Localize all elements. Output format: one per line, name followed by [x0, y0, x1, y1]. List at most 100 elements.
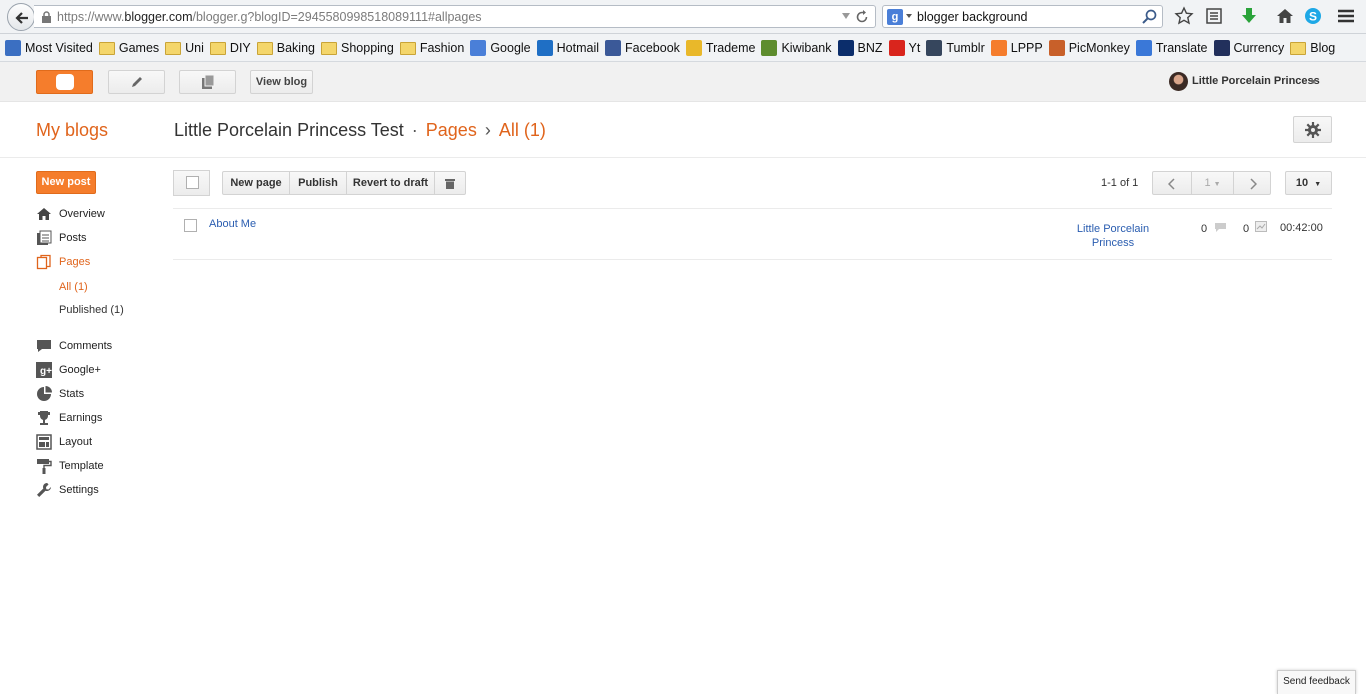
breadcrumb: Little Porcelain Princess Test · Pages › All…	[174, 120, 546, 141]
page-number-select[interactable]: 1 ▼	[1191, 171, 1234, 195]
most-visited-icon	[5, 39, 21, 56]
comments-icon	[37, 340, 51, 352]
bookmark-label: BNZ	[857, 40, 883, 55]
bookmark-label: Shopping	[341, 40, 394, 55]
folder-icon	[399, 42, 416, 55]
bookmarks-list-icon[interactable]	[1204, 6, 1224, 26]
translate-icon	[1135, 39, 1152, 56]
pagination-info: 1-1 of 1	[1101, 177, 1139, 189]
posts-list-button[interactable]	[179, 70, 236, 94]
bookmark-currency[interactable]: Currency	[1213, 39, 1285, 56]
row-checkbox[interactable]	[184, 219, 197, 232]
page-title-link[interactable]: About Me	[209, 218, 256, 230]
revert-to-draft-button[interactable]: Revert to draft	[346, 171, 435, 195]
bookmark-label: Currency	[1233, 40, 1285, 55]
stats-icon	[37, 386, 52, 401]
sidebar-item-label: Overview	[59, 208, 105, 220]
trophy-icon	[38, 411, 50, 425]
breadcrumb-arrow: ›	[484, 120, 491, 140]
bookmark-facebook[interactable]: Facebook	[605, 39, 680, 56]
chevron-down-icon: ▼	[1213, 181, 1221, 188]
search-bar[interactable]: g blogger background	[882, 5, 1163, 28]
bookmark-google[interactable]: Google	[470, 39, 531, 56]
author-link[interactable]: Little Porcelain Princess	[1068, 222, 1158, 250]
bookmark-label: Games	[118, 40, 160, 55]
delete-button[interactable]	[434, 171, 466, 195]
view-blog-button[interactable]: View blog	[250, 70, 313, 94]
bookmark-tumblr[interactable]: Tumblr	[926, 39, 985, 56]
youtube-icon	[888, 39, 905, 56]
sidebar-item-template[interactable]: Template	[36, 456, 104, 476]
bookmark-diy[interactable]: DIY	[209, 40, 251, 55]
bookmark-fashion[interactable]: Fashion	[399, 40, 464, 55]
sidebar-item-label: Settings	[59, 484, 99, 496]
history-dropdown-icon[interactable]	[841, 11, 851, 21]
stats-chart-icon	[1255, 221, 1268, 232]
publish-button[interactable]: Publish	[289, 171, 347, 195]
bookmark-shopping[interactable]: Shopping	[321, 40, 394, 55]
google-icon[interactable]: g	[887, 9, 903, 25]
new-page-button[interactable]: New page	[222, 171, 290, 195]
bookmark-most-visited[interactable]: Most Visited	[5, 39, 93, 56]
breadcrumb-pages[interactable]: Pages	[426, 120, 477, 140]
blogger-logo-button[interactable]	[36, 70, 93, 94]
chevron-down-icon	[906, 14, 912, 18]
chevron-left-icon	[1168, 178, 1175, 190]
sidebar-item-layout[interactable]: Layout	[36, 432, 92, 452]
bookmark-kiwibank[interactable]: Kiwibank	[761, 39, 832, 56]
sidebar-item-posts[interactable]: Posts	[36, 228, 87, 248]
menu-icon[interactable]	[1336, 6, 1356, 26]
gear-icon	[1305, 122, 1321, 138]
sidebar-item-pages[interactable]: Pages	[36, 252, 90, 272]
address-bar[interactable]: https://www.blogger.com/blogger.g?blogID…	[34, 5, 876, 28]
outlook-icon	[536, 39, 553, 56]
per-page-select[interactable]: 10 ▼	[1285, 171, 1332, 195]
page-number: 1	[1204, 177, 1211, 189]
bookmark-trademe[interactable]: Trademe	[685, 39, 755, 56]
bookmark-baking[interactable]: Baking	[256, 40, 315, 55]
account-dropdown-icon[interactable]	[1310, 80, 1316, 84]
home-icon	[37, 208, 51, 220]
select-all-checkbox[interactable]	[173, 170, 210, 196]
sidebar-item-settings[interactable]: Settings	[36, 480, 99, 500]
download-icon[interactable]	[1239, 6, 1259, 26]
skype-icon[interactable]: S	[1303, 6, 1323, 26]
checkbox[interactable]	[186, 176, 199, 189]
next-page-button[interactable]	[1233, 171, 1271, 195]
bookmark-blog[interactable]: Blog	[1290, 40, 1335, 55]
chevron-right-icon	[1250, 178, 1257, 190]
sidebar-item-overview[interactable]: Overview	[36, 204, 105, 224]
view-count: 0	[1243, 221, 1268, 235]
bookmark-uni[interactable]: Uni	[165, 40, 204, 55]
home-icon[interactable]	[1275, 6, 1295, 26]
bookmark-hotmail[interactable]: Hotmail	[536, 39, 599, 56]
sidebar-item-comments[interactable]: Comments	[36, 336, 112, 356]
sidebar-sub-all[interactable]: All (1)	[59, 281, 88, 293]
bookmark-picmonkey[interactable]: PicMonkey	[1048, 39, 1130, 56]
my-blogs-link[interactable]: My blogs	[36, 120, 108, 141]
new-post-pencil-button[interactable]	[108, 70, 165, 94]
avatar[interactable]	[1169, 72, 1188, 91]
bookmark-games[interactable]: Games	[98, 40, 160, 55]
facebook-icon	[605, 39, 621, 56]
search-icon[interactable]	[1142, 9, 1157, 24]
bookmark-yt[interactable]: Yt	[888, 39, 920, 56]
bookmark-lppp[interactable]: LPPP	[990, 39, 1043, 56]
settings-button[interactable]	[1293, 116, 1332, 143]
sidebar-sub-published[interactable]: Published (1)	[59, 304, 124, 316]
bookmark-bnz[interactable]: BNZ	[837, 39, 883, 56]
star-icon[interactable]	[1174, 6, 1194, 26]
new-post-button[interactable]: New post	[36, 171, 96, 194]
bookmark-translate[interactable]: Translate	[1135, 39, 1208, 56]
sidebar-item-google-plus[interactable]: g+ Google+	[36, 360, 101, 380]
send-feedback-button[interactable]: Send feedback	[1277, 670, 1356, 694]
previous-page-button[interactable]	[1152, 171, 1192, 195]
sidebar-item-earnings[interactable]: Earnings	[36, 408, 102, 428]
svg-text:S: S	[1309, 10, 1317, 24]
table-row[interactable]: About Me Little Porcelain Princess 0 0 0…	[173, 209, 1332, 260]
reload-icon[interactable]	[855, 10, 869, 24]
account-name[interactable]: Little Porcelain Princess	[1192, 75, 1320, 87]
back-button[interactable]	[7, 3, 35, 31]
sidebar-item-stats[interactable]: Stats	[36, 384, 84, 404]
search-input[interactable]: blogger background	[917, 10, 1028, 24]
